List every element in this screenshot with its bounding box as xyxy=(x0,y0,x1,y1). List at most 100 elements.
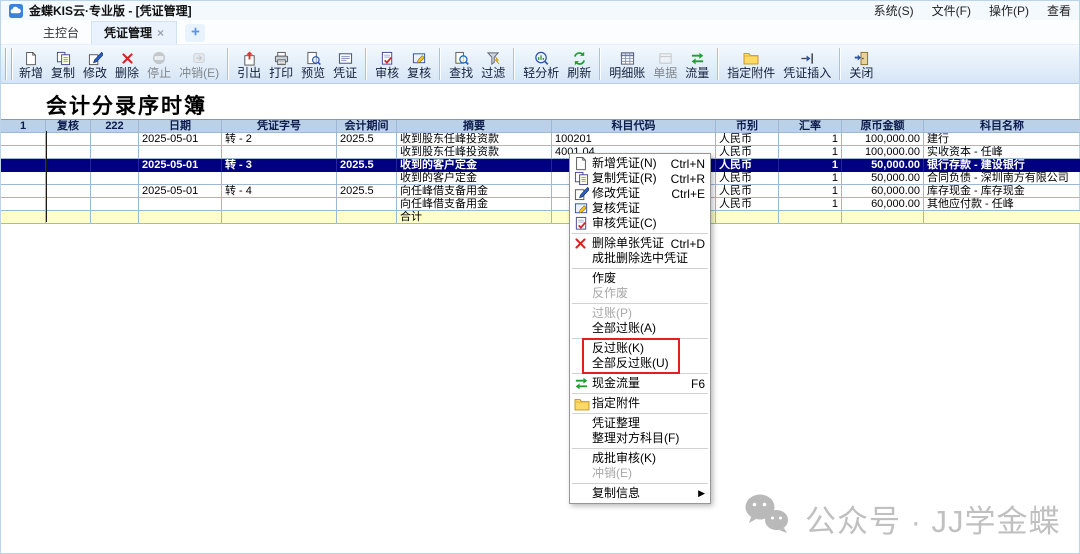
toolbar-export-button[interactable]: 引出 xyxy=(234,46,264,82)
toolbar-review-button[interactable]: 复核 xyxy=(404,46,434,82)
menu-separator xyxy=(572,393,708,394)
submenu-arrow-icon: ▶ xyxy=(698,488,705,499)
toolbar-separator xyxy=(439,48,441,80)
grid-cell: 1 xyxy=(779,133,842,146)
column-header[interactable]: 日期 xyxy=(139,120,222,133)
grid-cell xyxy=(46,185,91,198)
menu-item-shortcut: Ctrl+R xyxy=(671,172,705,186)
menu-item-audit-voucher[interactable]: 审核凭证(C) xyxy=(570,216,710,231)
preview-icon xyxy=(306,50,321,66)
menu-item-shortcut: Ctrl+N xyxy=(671,157,705,171)
toolbar-insert-voucher-button[interactable]: 凭证插入 xyxy=(780,46,834,82)
voucher-row[interactable]: 2025-05-01转 - 22025.5收到股东任峰投资款100201人民币1… xyxy=(1,133,1080,146)
toolbar-cash-flow-button[interactable]: 流量 xyxy=(682,46,712,82)
menu-item-batch-delete-vouchers[interactable]: 成批删除选中凭证 xyxy=(570,251,710,266)
toolbar-detail-ledger-button[interactable]: 明细账 xyxy=(606,46,648,82)
menu-item-new-voucher[interactable]: 新增凭证(N)Ctrl+N xyxy=(570,156,710,171)
refresh-icon xyxy=(572,50,587,66)
menu-item-label: 全部过账(A) xyxy=(592,321,705,336)
voucher-row-selected[interactable]: 2025-05-01转 - 32025.5收到的客户定金人民币150,000.0… xyxy=(1,159,1080,172)
print-icon xyxy=(274,50,289,66)
column-header[interactable]: 222 xyxy=(91,120,139,133)
grid-cell xyxy=(46,172,91,185)
column-header[interactable]: 汇率 xyxy=(779,120,842,133)
toolbar-audit-button[interactable]: 审核 xyxy=(372,46,402,82)
toolbar-filter-button[interactable]: 过滤 xyxy=(478,46,508,82)
column-header[interactable]: 摘要 xyxy=(397,120,552,133)
grid-cell: 实收资本 - 任峰 xyxy=(924,146,1080,159)
toolbar-voucher-button[interactable]: 凭证 xyxy=(330,46,360,82)
menu-item-unpost-voucher[interactable]: 反过账(K) xyxy=(570,341,710,356)
toolbar-modify-button[interactable]: 修改 xyxy=(80,46,110,82)
menu-item-unpost-all[interactable]: 全部反过账(U) xyxy=(570,356,710,371)
menubar-item[interactable]: 文件(F) xyxy=(932,2,971,19)
blank-icon xyxy=(574,467,592,481)
column-header[interactable]: 会计期间 xyxy=(337,120,397,133)
menu-separator xyxy=(572,338,708,339)
filter-icon xyxy=(486,50,501,66)
grid-cell: 1 xyxy=(779,198,842,211)
voucher-row[interactable]: 向任峰借支备用金人民币160,000.00其他应付款 - 任峰 xyxy=(1,198,1080,211)
toolbar-separator xyxy=(513,48,515,80)
menu-item-void-voucher[interactable]: 作废 xyxy=(570,271,710,286)
grid-cell xyxy=(222,172,337,185)
column-header[interactable]: 1 xyxy=(1,120,46,133)
menu-item-cash-flow-menu[interactable]: 现金流量F6 xyxy=(570,376,710,391)
column-header[interactable]: 币别 xyxy=(716,120,779,133)
toolbar-analyze-button[interactable]: 轻分析 xyxy=(520,46,562,82)
voucher-row[interactable]: 收到的客户定金人民币150,000.00合同负债 - 深圳南方有限公司 xyxy=(1,172,1080,185)
new-tab-button[interactable] xyxy=(185,24,205,42)
toolbar-separator xyxy=(599,48,601,80)
menu-item-copy-voucher[interactable]: 复制凭证(R)Ctrl+R xyxy=(570,171,710,186)
grid-cell: 转 - 4 xyxy=(222,185,337,198)
toolbar-delete-button[interactable]: 删除 xyxy=(112,46,142,82)
menu-item-check-voucher[interactable]: 复核凭证 xyxy=(570,201,710,216)
menubar-item[interactable]: 查看 xyxy=(1047,2,1071,19)
total-row[interactable]: 合计 xyxy=(1,211,1080,224)
voucher-row[interactable]: 2025-05-01转 - 42025.5向任峰借支备用金人民币160,000.… xyxy=(1,185,1080,198)
column-header[interactable]: 复核 xyxy=(46,120,91,133)
column-header[interactable]: 科目名称 xyxy=(924,120,1080,133)
toolbar-button-label: 关闭 xyxy=(849,66,873,81)
toolbar-refresh-button[interactable]: 刷新 xyxy=(564,46,594,82)
toolbar-preview-button[interactable]: 预览 xyxy=(298,46,328,82)
tab-label: 凭证管理 xyxy=(104,22,152,44)
column-header[interactable]: 原币金额 xyxy=(842,120,924,133)
menu-item-batch-audit[interactable]: 成批审核(K) xyxy=(570,451,710,466)
toolbar-find-button[interactable]: 查找 xyxy=(446,46,476,82)
grid-cell xyxy=(46,159,91,172)
blank-icon xyxy=(574,252,592,266)
menu-item-post-all[interactable]: 全部过账(A) xyxy=(570,321,710,336)
toolbar-assign-attachment-button[interactable]: 指定附件 xyxy=(724,46,778,82)
menubar-item[interactable]: 操作(P) xyxy=(989,2,1029,19)
toolbar-button-label: 明细账 xyxy=(609,66,645,81)
toolbar-drag-handle[interactable] xyxy=(5,48,7,80)
tab-main-console[interactable]: 主控台 xyxy=(31,21,91,44)
tab-close-icon[interactable]: × xyxy=(157,27,164,39)
tab-voucher-management[interactable]: 凭证管理 × xyxy=(91,21,177,44)
voucher-row[interactable]: 收到股东任峰投资款4001.04人民币1100,000.00实收资本 - 任峰 xyxy=(1,146,1080,159)
menu-item-voucher-arrange[interactable]: 凭证整理 xyxy=(570,416,710,431)
grid-cell xyxy=(91,146,139,159)
folder-icon xyxy=(574,397,592,411)
menu-item-arrange-counterpart-account[interactable]: 整理对方科目(F) xyxy=(570,431,710,446)
plus-icon xyxy=(190,24,201,42)
grid-cell xyxy=(91,198,139,211)
toolbar-new-button[interactable]: 新增 xyxy=(16,46,46,82)
toolbar-copy-button[interactable]: 复制 xyxy=(48,46,78,82)
menu-item-modify-voucher[interactable]: 修改凭证Ctrl+E xyxy=(570,186,710,201)
menu-item-delete-voucher[interactable]: 删除单张凭证Ctrl+D xyxy=(570,236,710,251)
grid-cell: 1 xyxy=(779,146,842,159)
column-header[interactable]: 科目代码 xyxy=(552,120,716,133)
folder-icon xyxy=(743,50,759,66)
toolbar-drag-handle[interactable] xyxy=(11,48,13,80)
grid-cell: 1 xyxy=(779,185,842,198)
toolbar-print-button[interactable]: 打印 xyxy=(266,46,296,82)
grid-cell: 合同负债 - 深圳南方有限公司 xyxy=(924,172,1080,185)
column-header[interactable]: 凭证字号 xyxy=(222,120,337,133)
toolbar-close-button[interactable]: 关闭 xyxy=(846,46,876,82)
menubar-item[interactable]: 系统(S) xyxy=(874,2,914,19)
menu-item-assign-attachment-menu[interactable]: 指定附件 xyxy=(570,396,710,411)
menu-item-copy-info[interactable]: 复制信息▶ xyxy=(570,486,710,501)
toolbar-button-label: 新增 xyxy=(19,66,43,81)
